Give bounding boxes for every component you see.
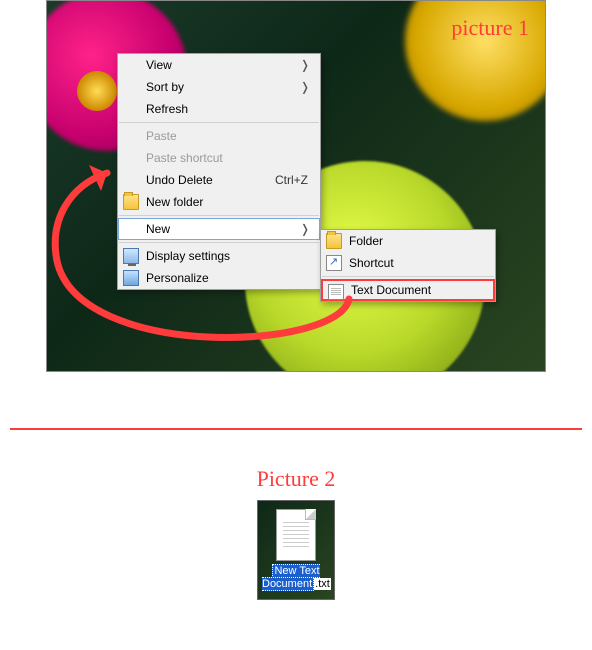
file-name-editor[interactable]: New Text Document.txt [262, 565, 330, 591]
folder-icon [326, 233, 342, 249]
menu-label: Folder [349, 234, 383, 248]
monitor-icon [123, 248, 139, 264]
menu-separator [119, 122, 319, 123]
menu-item-paste: Paste [118, 125, 320, 147]
menu-item-new[interactable]: New ❭ [118, 218, 320, 240]
text-document-icon [328, 284, 344, 300]
picture-2-screenshot: New Text Document.txt [257, 500, 335, 600]
chevron-right-icon: ❭ [300, 80, 314, 94]
shortcut-icon [326, 255, 342, 271]
chevron-right-icon: ❭ [300, 58, 314, 72]
menu-item-view[interactable]: View ❭ [118, 54, 320, 76]
folder-icon [123, 194, 139, 210]
menu-item-undo-delete[interactable]: Undo Delete Ctrl+Z [118, 169, 320, 191]
picture-2-section: Picture 2 New Text Document.txt [0, 466, 592, 600]
picture-2-label: Picture 2 [257, 466, 336, 492]
menu-label: Refresh [146, 102, 188, 116]
file-name-selected: New Text Document [262, 564, 320, 591]
menu-item-refresh[interactable]: Refresh [118, 98, 320, 120]
menu-label: Sort by [146, 80, 184, 94]
submenu-item-shortcut[interactable]: Shortcut [321, 252, 495, 274]
menu-item-personalize[interactable]: Personalize [118, 267, 320, 289]
file-extension: .txt [314, 578, 331, 590]
menu-label: Display settings [146, 249, 230, 263]
menu-item-display-settings[interactable]: Display settings [118, 245, 320, 267]
menu-label: Text Document [351, 283, 431, 297]
menu-shortcut: Ctrl+Z [275, 173, 314, 187]
menu-separator [322, 276, 494, 277]
menu-label: New [146, 222, 170, 236]
chevron-right-icon: ❭ [300, 222, 314, 236]
menu-label: New folder [146, 195, 203, 209]
new-submenu: Folder Shortcut Text Document [320, 229, 496, 302]
menu-label: Paste [146, 129, 177, 143]
personalize-icon [123, 270, 139, 286]
submenu-item-folder[interactable]: Folder [321, 230, 495, 252]
menu-separator [119, 242, 319, 243]
menu-item-new-folder[interactable]: New folder [118, 191, 320, 213]
menu-label: Undo Delete [146, 173, 213, 187]
menu-item-sort-by[interactable]: Sort by ❭ [118, 76, 320, 98]
submenu-item-text-document[interactable]: Text Document [321, 279, 495, 301]
section-divider [10, 428, 582, 430]
menu-label: View [146, 58, 172, 72]
menu-label: Shortcut [349, 256, 394, 270]
menu-item-paste-shortcut: Paste shortcut [118, 147, 320, 169]
picture-1-screenshot: picture 1 View ❭ Sort by ❭ Refresh Paste… [46, 0, 546, 372]
text-file-icon[interactable] [276, 509, 316, 561]
picture-1-label: picture 1 [451, 15, 529, 41]
menu-label: Paste shortcut [146, 151, 223, 165]
menu-label: Personalize [146, 271, 209, 285]
menu-separator [119, 215, 319, 216]
desktop-context-menu: View ❭ Sort by ❭ Refresh Paste Paste sho… [117, 53, 321, 290]
